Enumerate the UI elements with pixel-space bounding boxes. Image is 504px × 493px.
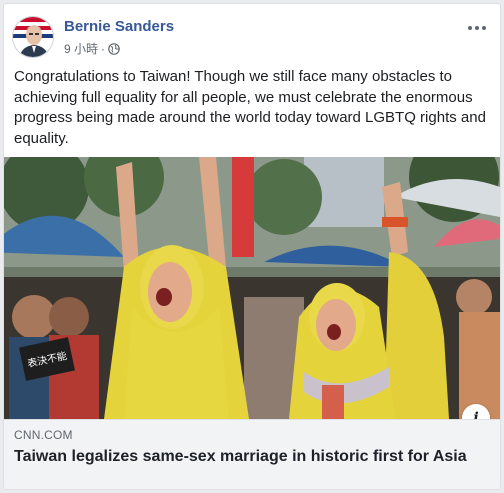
more-options-icon[interactable] — [462, 16, 492, 40]
globe-icon[interactable] — [108, 42, 120, 55]
post-timestamp[interactable]: 9 小時 — [64, 40, 98, 57]
post-meta: 9 小時 · — [64, 40, 120, 57]
post-card: Bernie Sanders 9 小時 · Congratulations to… — [3, 3, 501, 490]
link-preview[interactable]: CNN.COM Taiwan legalizes same-sex marria… — [4, 419, 500, 489]
post-photo[interactable]: 表決不能 i — [4, 157, 500, 419]
post-header: Bernie Sanders 9 小時 · — [12, 14, 492, 62]
author-avatar[interactable] — [12, 16, 54, 58]
link-domain: CNN.COM — [14, 428, 73, 442]
author-name[interactable]: Bernie Sanders — [64, 18, 174, 35]
link-title[interactable]: Taiwan legalizes same-sex marriage in hi… — [14, 447, 490, 467]
post-text: Congratulations to Taiwan! Though we sti… — [14, 68, 486, 147]
meta-separator: · — [101, 41, 106, 56]
